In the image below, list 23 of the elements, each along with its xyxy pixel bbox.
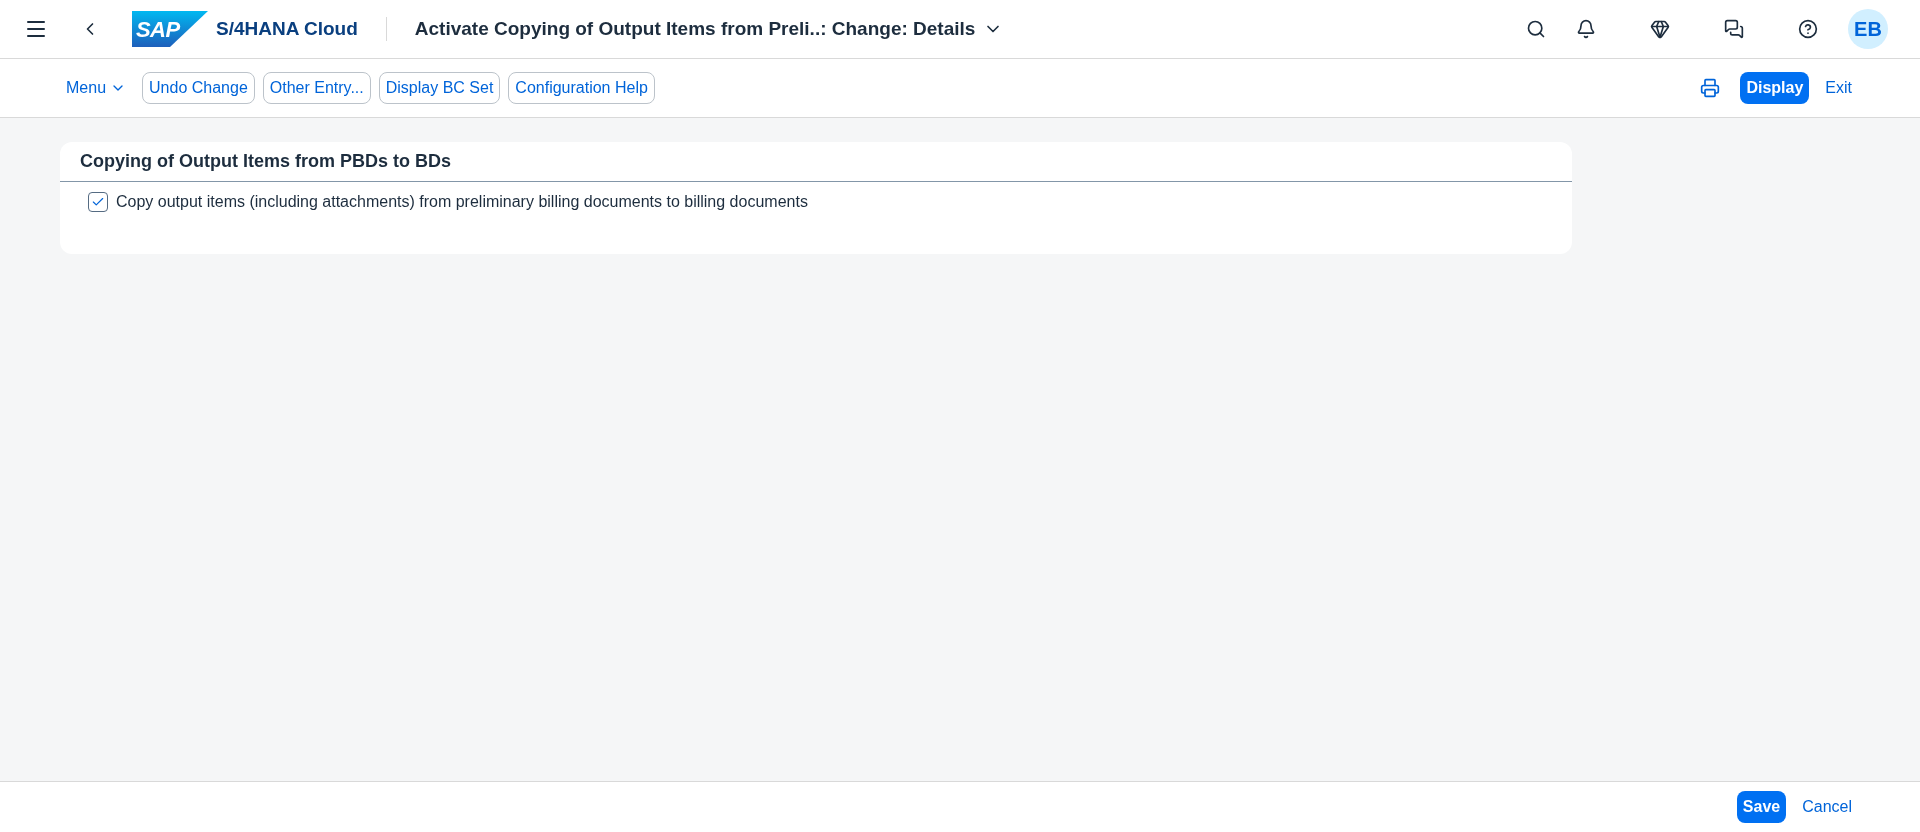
printer-icon[interactable] [1700,78,1721,98]
menu-button[interactable]: Menu [58,72,135,104]
exit-button[interactable]: Exit [1817,72,1860,104]
bell-icon[interactable] [1576,19,1596,39]
product-name: S/4HANA Cloud [216,16,358,41]
page-title[interactable]: Activate Copying of Output Items from Preli..: Change: Details [414,14,1004,44]
display-button[interactable]: Display [1740,72,1810,104]
section-title: Copying of Output Items from PBDs to BDs [60,142,1572,182]
diamond-icon[interactable] [1650,19,1670,39]
checkbox[interactable] [88,192,108,212]
checkbox-label: Copy output items (including attachments) from preliminary billing documents to billing documents [116,192,808,212]
logo[interactable]: SAP [132,11,208,47]
cancel-button[interactable]: Cancel [1794,791,1860,823]
search-icon[interactable] [1526,19,1546,39]
chat-icon[interactable] [1724,19,1744,39]
check-icon [91,195,105,209]
toolbar-button[interactable]: Undo Change [142,72,255,104]
toolbar-button[interactable]: Other Entry... [262,72,371,104]
save-button[interactable]: Save [1736,791,1787,823]
help-icon[interactable] [1798,19,1818,39]
toolbar-button[interactable]: Display BC Set [378,72,501,104]
toolbar-button[interactable]: Configuration Help [508,72,655,104]
user-avatar[interactable]: EB [1848,9,1888,49]
